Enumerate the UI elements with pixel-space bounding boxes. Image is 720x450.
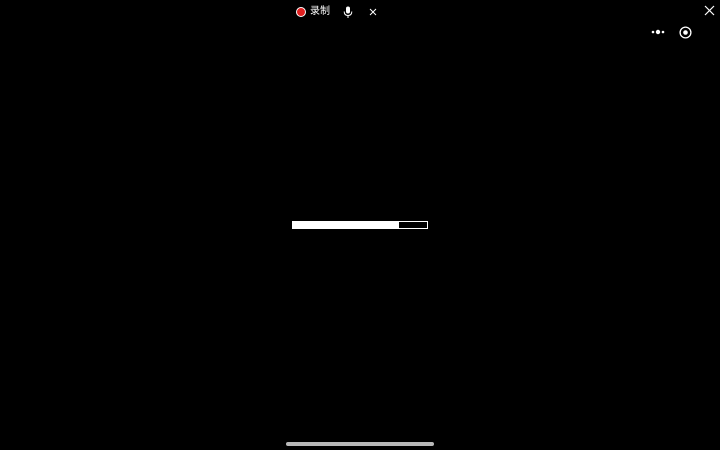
stop-recording-button[interactable]: [368, 5, 378, 19]
exit-mini-program-button[interactable]: [678, 25, 692, 39]
microphone-icon: [343, 6, 353, 18]
screen-recording-toolbar: 录制: [296, 4, 378, 20]
home-indicator[interactable]: [286, 442, 434, 446]
close-icon: [369, 8, 377, 16]
more-options-button[interactable]: [649, 26, 667, 38]
loading-progress-fill: [293, 222, 399, 228]
record-label: 录制: [310, 6, 330, 17]
record-dot-icon: [296, 7, 306, 17]
close-icon: [704, 5, 714, 15]
loading-progress-bar: [292, 221, 428, 229]
mini-program-loading-screen: 录制: [0, 0, 720, 450]
target-circle-icon: [678, 25, 692, 39]
microphone-button[interactable]: [342, 5, 354, 19]
close-window-button[interactable]: [702, 3, 716, 17]
record-button[interactable]: 录制: [296, 4, 330, 20]
more-dots-icon: [651, 29, 665, 35]
